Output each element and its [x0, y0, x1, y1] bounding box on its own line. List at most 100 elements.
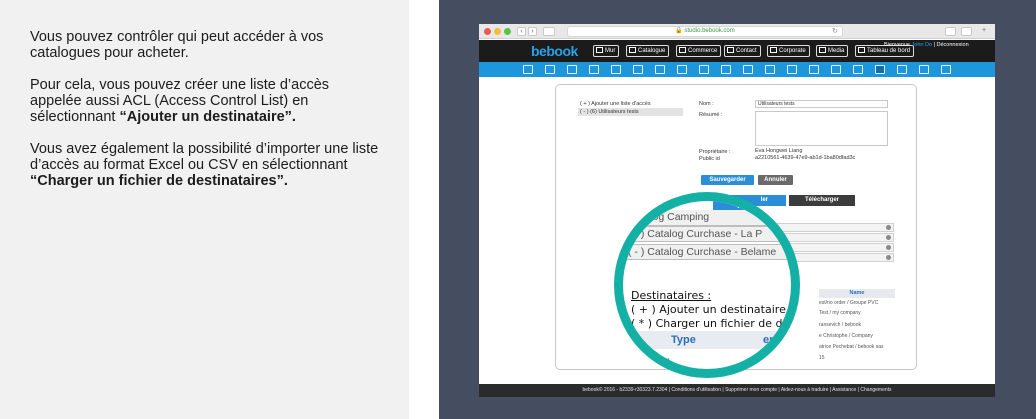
- store-icon[interactable]: [567, 65, 577, 74]
- remove-icon[interactable]: [886, 245, 891, 250]
- add-acl-item[interactable]: ( + ) Ajouter une liste d'accès: [578, 100, 683, 108]
- user-name[interactable]: John Do: [912, 42, 933, 48]
- app-footer: bebook© 2016 - b2339-r30323.7.2304 | Con…: [479, 384, 995, 397]
- logo-text: bebook: [531, 43, 578, 59]
- shield-icon[interactable]: [655, 65, 665, 74]
- upload-recipients-link[interactable]: ( * ) Charger un fichier de destina: [631, 317, 791, 330]
- user-icon[interactable]: [545, 65, 555, 74]
- trash-icon[interactable]: [633, 356, 641, 366]
- forward-arrow-icon[interactable]: ›: [528, 27, 537, 36]
- name-column-header-partial[interactable]: en: [763, 331, 776, 349]
- name-cell: atrice Pechebat / bebook sas: [819, 344, 884, 350]
- nom-input[interactable]: Utilisateurs tests: [755, 100, 888, 108]
- add-recipient-link[interactable]: ( + ) Ajouter un destinataire: [631, 303, 786, 316]
- menu-commerce-button[interactable]: Commerce: [676, 45, 722, 57]
- intro-text-3: Vous avez également la possibilité d’imp…: [30, 141, 379, 173]
- back-arrow-icon[interactable]: ‹: [517, 27, 526, 36]
- url-text: studio.bebook.com: [684, 28, 735, 34]
- image-icon[interactable]: [919, 65, 929, 74]
- public-id-value: a2210561-4639-47e9-ab1d-1ba80dfad3c: [755, 155, 856, 161]
- app-header: bebook Mur Catalogue Commerce Contact Co…: [479, 40, 995, 62]
- bebook-logo[interactable]: bebook: [531, 43, 578, 59]
- menu-label: Mur: [605, 48, 616, 54]
- table-icon[interactable]: [787, 65, 797, 74]
- trash-icon[interactable]: [633, 377, 641, 378]
- report-icon[interactable]: [831, 65, 841, 74]
- tabs-icon[interactable]: [961, 27, 972, 36]
- minimize-dot-icon[interactable]: [494, 28, 501, 35]
- mail-icon[interactable]: [743, 65, 753, 74]
- url-bar[interactable]: 🔒 studio.bebook.com ↻: [567, 26, 843, 37]
- settings-icon[interactable]: [523, 65, 533, 74]
- menu-contact-button[interactable]: Contact: [724, 45, 761, 57]
- name-cell: ransevich / bebook: [819, 322, 861, 328]
- intro-bold-3: “Charger un fichier de destinataires”.: [30, 173, 288, 189]
- save-button[interactable]: Sauvegarder: [701, 175, 754, 185]
- menu-label: Contact: [736, 48, 757, 54]
- document-icon[interactable]: [721, 65, 731, 74]
- magnified-catalog-row[interactable]: ( - ) Catalog Curchase - La P: [623, 226, 791, 242]
- magnified-catalog-row[interactable]: ( - ) Catalog Curchase - Belame: [623, 244, 791, 260]
- globe-icon[interactable]: [611, 65, 621, 74]
- unit-icon[interactable]: [677, 65, 687, 74]
- menu-label: Corporate: [779, 48, 806, 54]
- new-tab-icon[interactable]: +: [979, 27, 989, 36]
- maximize-dot-icon[interactable]: [504, 28, 511, 35]
- contacts-icon: [727, 47, 734, 53]
- intro-paragraph-1: Vous pouvez contrôler qui peut accéder à…: [30, 29, 383, 61]
- reload-icon[interactable]: ↻: [832, 27, 838, 36]
- corporate-icon: [770, 47, 777, 53]
- intro-paragraph-2: Pour cela, vous pouvez créer une liste d…: [30, 77, 383, 125]
- bank-icon[interactable]: [633, 65, 643, 74]
- name-cell: est/no order / Groupe PVC: [819, 300, 879, 306]
- remove-icon[interactable]: [886, 225, 891, 230]
- left-text-panel: Vous pouvez contrôler qui peut accéder à…: [0, 0, 409, 419]
- share-nodes-icon[interactable]: [897, 65, 907, 74]
- magnified-catalog-row[interactable]: Catalog Camping: [623, 210, 791, 226]
- intro-paragraph-3: Vous avez également la possibilité d’imp…: [30, 141, 383, 189]
- screenshot-panel: ‹ › 🔒 studio.bebook.com ↻ + bebook Mur C…: [439, 0, 1036, 419]
- cancel-button[interactable]: Annuler: [758, 175, 793, 185]
- download-tab-button[interactable]: Télécharger: [789, 195, 855, 206]
- name-cell: 15: [819, 355, 825, 361]
- menu-catalogue-button[interactable]: Catalogue: [626, 45, 670, 57]
- name-cell: e Christophe / Company: [819, 333, 873, 339]
- close-dot-icon[interactable]: [484, 28, 491, 35]
- share-icon[interactable]: [945, 27, 956, 36]
- magnifier-callout: ler Catalog Camping ( - ) Catalog Curcha…: [614, 192, 800, 378]
- resume-label: Résumé :: [699, 112, 723, 118]
- recipient-type: user: [649, 372, 669, 378]
- intro-bold-2: “Ajouter un destinataire”.: [119, 109, 296, 125]
- acl-icon[interactable]: [875, 65, 885, 74]
- external-link-icon[interactable]: [941, 65, 951, 74]
- recipient-row: user: [631, 351, 791, 369]
- cart-icon: [679, 47, 686, 53]
- acl-item-selected[interactable]: ( - ) (6) Utilisateurs tests: [578, 108, 683, 116]
- menu-label: Catalogue: [638, 48, 666, 54]
- nom-label: Nom :: [699, 101, 714, 107]
- recipients-title: Destinataires :: [631, 289, 712, 302]
- catalog-icon: [629, 47, 636, 53]
- sidebar-toggle-icon[interactable]: [543, 27, 555, 36]
- menu-corporate-button[interactable]: Corporate: [767, 45, 810, 57]
- remove-icon[interactable]: [886, 255, 891, 260]
- resume-textarea[interactable]: [755, 111, 888, 146]
- remove-icon[interactable]: [886, 235, 891, 240]
- menu-media-button[interactable]: Media: [816, 45, 849, 57]
- user-area: Bienvenue John Do | Déconnexion: [884, 42, 969, 49]
- type-column-header[interactable]: Type: [671, 331, 696, 349]
- logout-link[interactable]: Déconnexion: [937, 42, 969, 48]
- menu-mur-button[interactable]: Mur: [593, 45, 620, 57]
- acl-list: ( + ) Ajouter une liste d'accès ( - ) (6…: [578, 100, 683, 116]
- dashboard-icon: [858, 47, 865, 53]
- help-icon[interactable]: [809, 65, 819, 74]
- recipient-row: user: [631, 372, 800, 378]
- tags-icon[interactable]: [853, 65, 863, 74]
- currency-icon[interactable]: [589, 65, 599, 74]
- list-icon[interactable]: [699, 65, 709, 74]
- proprietaire-label: Propriétaire :: [699, 149, 731, 155]
- print-icon[interactable]: [765, 65, 775, 74]
- welcome-text: Bienvenue: [884, 42, 910, 48]
- recipient-type: user: [649, 355, 670, 367]
- name-column-header[interactable]: Name: [819, 289, 895, 298]
